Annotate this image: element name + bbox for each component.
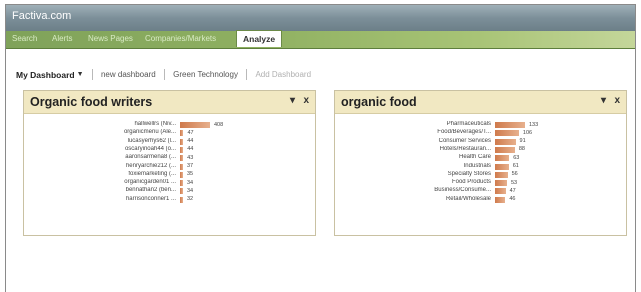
bar[interactable]	[180, 171, 183, 178]
bar-value-label: 34	[187, 179, 194, 186]
bar[interactable]	[495, 146, 515, 153]
bar-value-label: 63	[513, 154, 520, 161]
bar[interactable]	[180, 163, 183, 170]
bar[interactable]	[180, 122, 210, 128]
bar-label: harrisonconner1 ...	[125, 195, 176, 202]
my-dashboard-dropdown[interactable]: My Dashboard	[16, 70, 75, 80]
divider	[163, 69, 165, 80]
bar[interactable]	[495, 155, 510, 162]
bar-value-label: 35	[187, 171, 194, 178]
bar-value-label: 106	[522, 129, 533, 136]
bar[interactable]	[495, 122, 525, 128]
bar-value-label: 133	[529, 121, 539, 128]
bar[interactable]	[495, 130, 519, 137]
bar-label: organicmenu (Ale...	[123, 129, 176, 136]
bar-value-label: 61	[512, 163, 519, 169]
bar-value-label: 47	[187, 129, 194, 136]
bar-label: hallwellrs (Niv...	[134, 121, 176, 127]
bar-value-label: 91	[519, 138, 526, 145]
close-icon[interactable]: x	[614, 95, 620, 106]
minimize-icon[interactable]: ▾	[290, 95, 295, 106]
tab-analyze[interactable]: Analyze	[236, 30, 283, 47]
bar[interactable]	[180, 188, 183, 195]
panel-organic-food: organic food ▾ x Pharmaceuticals 133 Food/…	[334, 90, 627, 236]
panel-header: Organic food writers ▾ x	[24, 91, 315, 114]
bar-value-label: 37	[187, 163, 194, 169]
tab-alerts[interactable]: Alerts	[52, 34, 72, 43]
bar-label: henryarchie212 (...	[125, 162, 176, 169]
bar-value-label: 47	[509, 187, 516, 194]
bar[interactable]	[180, 180, 183, 187]
bar[interactable]	[180, 130, 184, 137]
bar[interactable]	[495, 138, 516, 145]
bar-label: Pharmaceuticals	[446, 121, 491, 127]
bar-value-label: 46	[509, 196, 516, 203]
tab-companies-markets[interactable]: Companies/Markets	[145, 34, 216, 43]
panel-header: organic food ▾ x	[335, 91, 626, 114]
chevron-down-icon[interactable]: ▼	[77, 71, 84, 78]
new-dashboard-link[interactable]: new dashboard	[101, 70, 156, 79]
bar-label: lucasyerhys62 (l...	[127, 137, 176, 144]
bar-value-label: 56	[511, 171, 518, 178]
bar-label: Food/Beverages/T...	[437, 129, 491, 136]
close-icon[interactable]: x	[303, 95, 309, 106]
dashboard-bar: My Dashboard ▼ new dashboard Green Techno…	[16, 69, 311, 83]
bar-label: foxiemarketing (...	[128, 170, 176, 177]
factiva-logo[interactable]: Factiva.com	[12, 10, 71, 22]
bar-value-label: 53	[510, 179, 518, 186]
tab-search[interactable]: Search	[12, 34, 37, 43]
bar-label: bennathan2 (ben...	[125, 187, 176, 194]
green-technology-link[interactable]: Green Technology	[173, 70, 238, 79]
bar-chart: hallwellrs (Niv... 408 organicmenu (Ale...…	[24, 121, 315, 231]
bar-value-label: 44	[187, 138, 194, 145]
tab-news-pages[interactable]: News Pages	[88, 34, 133, 43]
bar[interactable]	[180, 196, 183, 203]
bar[interactable]	[495, 188, 506, 195]
minimize-icon[interactable]: ▾	[601, 95, 606, 106]
bar[interactable]	[180, 146, 184, 153]
panel-title: Organic food writers	[30, 95, 153, 109]
panel-organic-food-writers: Organic food writers ▾ x hallwellrs (Niv…	[23, 90, 316, 236]
bar-label: Specialty Stores	[447, 170, 491, 177]
bar-label: Business/Consume...	[434, 187, 491, 194]
bar[interactable]	[495, 180, 507, 187]
bar-label: Retail/Wholesale	[445, 195, 491, 202]
bar-value-label: 44	[187, 146, 194, 153]
bar-label: Hotels/Restauran...	[439, 145, 491, 152]
bar-value-label: 43	[187, 154, 194, 161]
main-nav: Search Alerts News Pages Companies/Marke…	[6, 30, 635, 49]
bar-label: Health Care	[458, 154, 491, 161]
panel-title: organic food	[341, 95, 417, 109]
bar-label: aaronsarmena8 (...	[125, 154, 176, 161]
add-dashboard-button: Add Dashboard	[255, 70, 312, 79]
bar-label: Industrials	[463, 162, 491, 169]
bar-value-label: 32	[187, 196, 194, 203]
bar-value-label: 88	[518, 146, 525, 153]
app-header: Factiva.com	[6, 5, 635, 31]
bar-chart: Pharmaceuticals 133 Food/Beverages/T... 106…	[335, 121, 626, 231]
bar[interactable]	[495, 196, 506, 203]
divider	[246, 69, 248, 80]
bar-label: Consumer Services	[438, 137, 491, 144]
bar-value-label: 408	[214, 121, 224, 128]
bar-value-label: 34	[187, 187, 194, 194]
bar-label: organicgarden01 ...	[124, 179, 176, 186]
bar-label: Food Products	[451, 179, 491, 186]
bar[interactable]	[180, 155, 184, 162]
bar-label: oscaryinoah44 (o...	[124, 145, 176, 152]
divider	[91, 69, 93, 80]
bar[interactable]	[180, 138, 184, 145]
bar[interactable]	[495, 163, 509, 170]
bar[interactable]	[495, 171, 508, 178]
